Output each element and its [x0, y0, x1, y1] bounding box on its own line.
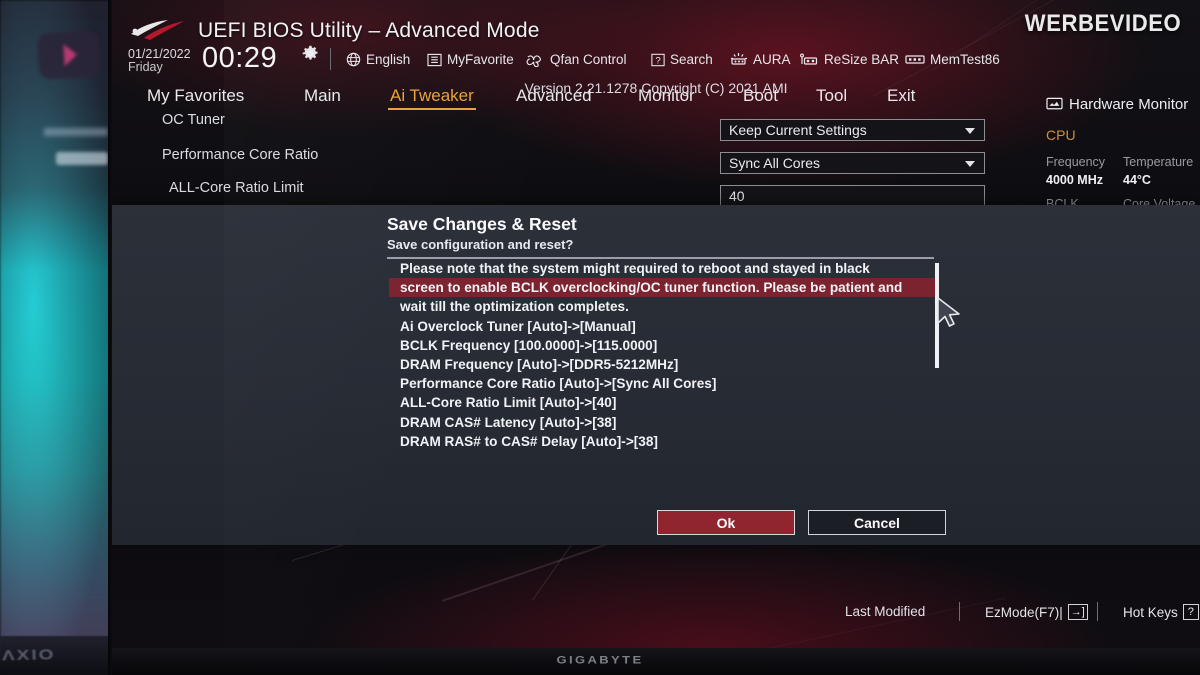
metric-value-temperature: 44°C	[1123, 173, 1151, 187]
save-changes-dialog: Save Changes & Reset Save configuration …	[112, 205, 1200, 545]
dialog-line: DRAM CAS# Latency [Auto]->[38]	[400, 414, 617, 430]
monitor-icon	[1046, 97, 1063, 110]
metric-key-frequency: Frequency	[1046, 155, 1106, 169]
chevron-down-icon	[965, 161, 975, 167]
cancel-button[interactable]: Cancel	[808, 510, 946, 535]
setting-value-all-core-ratio-limit[interactable]: 40	[720, 185, 985, 207]
footer-last-modified[interactable]: Last Modified	[845, 604, 925, 619]
mouse-cursor	[937, 297, 960, 327]
svg-text:?: ?	[655, 55, 660, 66]
tool-aura[interactable]: AURA	[730, 52, 791, 67]
tool-search[interactable]: ? Search	[651, 52, 713, 67]
setting-value-text-perf-core-ratio: Sync All Cores	[729, 155, 821, 171]
dialog-line: Please note that the system might requir…	[400, 261, 870, 276]
setting-value-perf-core-ratio[interactable]: Sync All Cores	[720, 152, 985, 174]
setting-value-text-all-core-ratio-limit: 40	[729, 188, 745, 204]
hardware-monitor-title-row: Hardware Monitor	[1046, 96, 1200, 113]
footer-last-modified-label: Last Modified	[845, 604, 926, 619]
dialog-line: Ai Overclock Tuner [Auto]->[Manual]	[400, 318, 636, 334]
tool-myfavorite[interactable]: MyFavorite	[427, 52, 514, 67]
footer-divider-1	[959, 602, 960, 621]
fan-icon	[526, 54, 541, 67]
metric-frequency: Frequency 4000 MHz	[1046, 155, 1123, 187]
tool-label-aura: AURA	[753, 52, 791, 67]
setting-label-perf-core-ratio: Performance Core Ratio	[162, 147, 319, 163]
dialog-title: Save Changes & Reset	[387, 214, 577, 234]
tool-english[interactable]: English	[346, 52, 410, 67]
metric-temperature: Temperature 44°C	[1123, 155, 1200, 187]
monitor-brand-label: GIGABYTE	[556, 653, 644, 666]
tool-label-search: Search	[670, 52, 713, 67]
footer-divider-2	[1097, 602, 1098, 621]
bios-header: UEFI BIOS Utility – Advanced Mode 01/21/…	[112, 0, 1200, 86]
hardware-monitor-section-cpu: CPU	[1046, 127, 1076, 143]
aura-light-icon	[731, 53, 747, 65]
metric-key-temperature: Temperature	[1123, 155, 1194, 169]
question-box-icon: ?	[651, 53, 665, 66]
date-display: 01/21/2022 Friday	[128, 47, 200, 75]
dialog-subtitle: Save configuration and reset?	[387, 237, 574, 252]
weekday-value: Friday	[128, 60, 163, 75]
youtube-logo-blurred	[36, 30, 102, 80]
dialog-line: wait till the optimization completes.	[400, 299, 629, 315]
dialog-line: DRAM RAS# to CAS# Delay [Auto]->[38]	[400, 433, 658, 449]
dialog-line: ALL-Core Ratio Limit [Auto]->[40]	[400, 395, 617, 411]
screenshot-root: ΛXIO UEFI BIOS Utility – Advanced Mode 0…	[0, 0, 1200, 675]
dialog-line: Performance Core Ratio [Auto]->[Sync All…	[400, 376, 717, 392]
clock-display: 00:29	[202, 42, 278, 74]
ok-button[interactable]: Ok	[657, 510, 795, 535]
footer-ezmode-label: EzMode(F7)|	[985, 604, 1063, 620]
tool-label-memtest: MemTest86	[930, 52, 1000, 67]
footer-ezmode[interactable]: EzMode(F7)| →]	[985, 604, 1088, 620]
gear-icon[interactable]	[302, 45, 319, 62]
enter-key-icon: →]	[1067, 604, 1088, 620]
dialog-line-highlighted: screen to enable BCLK overclocking/OC tu…	[389, 278, 937, 298]
rog-logo-icon	[131, 20, 184, 40]
footer-hotkeys-label: Hot Keys	[1123, 604, 1178, 620]
memory-icon	[905, 55, 925, 64]
hardware-monitor-title: Hardware Monitor	[1069, 96, 1189, 113]
setting-value-text-oc-tuner: Keep Current Settings	[729, 122, 867, 138]
metric-value-frequency: 4000 MHz	[1046, 173, 1103, 187]
tool-memtest86[interactable]: MemTest86	[905, 52, 1000, 67]
hardware-monitor-metrics: Frequency 4000 MHz Temperature 44°C	[1046, 155, 1200, 187]
setting-label-oc-tuner: OC Tuner	[162, 112, 225, 128]
tool-label-resizebar: ReSize BAR	[824, 52, 900, 67]
dialog-message-body: Please note that the system might requir…	[389, 259, 945, 451]
setting-value-oc-tuner[interactable]: Keep Current Settings	[720, 119, 985, 141]
question-key-icon: ?	[1182, 604, 1199, 620]
tool-resize-bar[interactable]: ReSize BAR	[799, 52, 899, 67]
background-glow	[0, 0, 112, 675]
bios-screen: UEFI BIOS Utility – Advanced Mode 01/21/…	[112, 0, 1200, 675]
page-title: UEFI BIOS Utility – Advanced Mode	[198, 19, 540, 42]
tool-label-english: English	[366, 52, 411, 67]
watermark: WERBEVIDEO	[1024, 10, 1182, 37]
tool-label-myfavorite: MyFavorite	[447, 52, 514, 67]
tool-qfan-control[interactable]: Qfan Control	[526, 52, 627, 67]
setting-label-all-core-ratio-limit: ALL-Core Ratio Limit	[169, 180, 304, 196]
resize-bar-icon	[800, 53, 818, 65]
globe-icon	[346, 52, 361, 67]
star-list-icon	[427, 53, 442, 66]
chevron-down-icon	[965, 128, 975, 134]
dialog-line: BCLK Frequency [100.0000]->[115.0000]	[400, 337, 658, 353]
header-divider	[330, 48, 331, 70]
background-text-blur-1	[44, 128, 108, 136]
tool-label-qfan: Qfan Control	[550, 52, 627, 67]
hardware-monitor-panel: Hardware Monitor CPU Frequency 4000 MHz …	[1036, 86, 1200, 216]
footer-hotkeys[interactable]: Hot Keys ?	[1123, 604, 1199, 620]
footer-version: Version 2.21.1278 Copyright (C) 2021 AMI	[524, 80, 788, 96]
background-text-blur-2	[56, 152, 108, 165]
dialog-line: DRAM Frequency [Auto]->[DDR5-5212MHz]	[400, 357, 679, 373]
